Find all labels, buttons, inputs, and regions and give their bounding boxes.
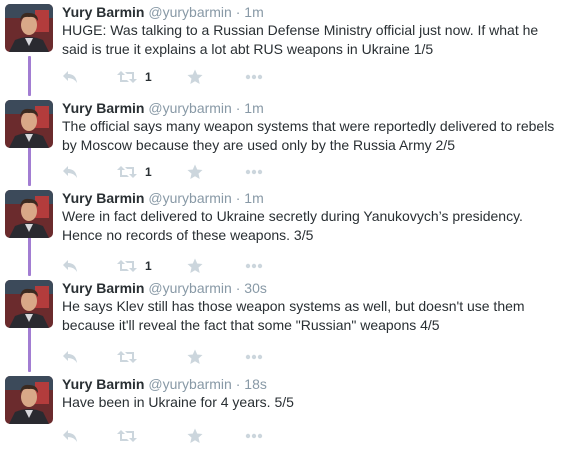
- retweet-icon: [117, 166, 137, 178]
- retweet-button[interactable]: 1: [117, 164, 187, 180]
- retweet-count: 1: [145, 165, 152, 179]
- retweet-icon: [117, 351, 137, 363]
- reply-button[interactable]: [62, 258, 117, 274]
- tweet-header: Yury Barmin @yurybarmin · 18s: [62, 375, 267, 393]
- favorite-button[interactable]: [187, 349, 245, 365]
- tweet-text: The official says many weapon systems th…: [62, 118, 555, 153]
- more-button[interactable]: [245, 428, 275, 444]
- tweet-text: He says Klev still has those weapon syst…: [62, 298, 525, 333]
- more-button[interactable]: [245, 258, 275, 274]
- tweet[interactable]: Yury Barmin @yurybarmin · 1m Were in fac…: [0, 186, 569, 274]
- tweet-header: Yury Barmin @yurybarmin · 30s: [62, 279, 267, 297]
- tweet-header: Yury Barmin @yurybarmin · 1m: [62, 99, 264, 117]
- favorite-button[interactable]: [187, 164, 245, 180]
- tweet-header: Yury Barmin @yurybarmin · 1m: [62, 189, 264, 207]
- timestamp[interactable]: 1m: [244, 4, 263, 20]
- retweet-icon: [117, 260, 137, 272]
- avatar[interactable]: [5, 190, 53, 238]
- tweet-actions: 1: [62, 164, 275, 180]
- avatar[interactable]: [5, 100, 53, 148]
- retweet-button[interactable]: [117, 349, 187, 365]
- separator-dot: ·: [235, 280, 241, 296]
- separator-dot: ·: [235, 4, 241, 20]
- favorite-button[interactable]: [187, 69, 245, 85]
- star-icon: [187, 164, 203, 179]
- tweet-actions: 1: [62, 69, 275, 85]
- retweet-button[interactable]: 1: [117, 258, 187, 274]
- retweet-button[interactable]: 1: [117, 69, 187, 85]
- avatar[interactable]: [5, 280, 53, 328]
- favorite-button[interactable]: [187, 258, 245, 274]
- retweet-icon: [117, 430, 137, 442]
- star-icon: [187, 349, 203, 364]
- tweet-header: Yury Barmin @yurybarmin · 1m: [62, 3, 264, 21]
- tweet[interactable]: Yury Barmin @yurybarmin · 1m The officia…: [0, 96, 569, 184]
- retweet-count: 1: [145, 70, 152, 84]
- star-icon: [187, 428, 203, 443]
- more-button[interactable]: [245, 164, 275, 180]
- tweet[interactable]: Yury Barmin @yurybarmin · 18s Have been …: [0, 372, 569, 460]
- reply-button[interactable]: [62, 164, 117, 180]
- avatar[interactable]: [5, 376, 53, 424]
- author-handle[interactable]: @yurybarmin: [148, 100, 231, 116]
- author-handle[interactable]: @yurybarmin: [148, 190, 231, 206]
- tweet-thread: Yury Barmin @yurybarmin · 1m HUGE: Was t…: [0, 0, 569, 446]
- star-icon: [187, 258, 203, 273]
- separator-dot: ·: [235, 100, 241, 116]
- favorite-button[interactable]: [187, 428, 245, 444]
- more-icon: [245, 169, 263, 175]
- timestamp[interactable]: 1m: [244, 100, 263, 116]
- reply-icon: [63, 166, 77, 178]
- tweet-text: Were in fact delivered to Ukraine secret…: [62, 208, 523, 243]
- author-name[interactable]: Yury Barmin: [62, 376, 144, 392]
- timestamp[interactable]: 1m: [244, 190, 263, 206]
- reply-button[interactable]: [62, 349, 117, 365]
- separator-dot: ·: [235, 190, 241, 206]
- tweet-text: HUGE: Was talking to a Russian Defense M…: [62, 22, 539, 57]
- more-icon: [245, 74, 263, 80]
- author-handle[interactable]: @yurybarmin: [148, 4, 231, 20]
- more-icon: [245, 433, 263, 439]
- more-icon: [245, 263, 263, 269]
- more-icon: [245, 354, 263, 360]
- reply-icon: [63, 430, 77, 442]
- tweet-actions: 1: [62, 258, 275, 274]
- author-handle[interactable]: @yurybarmin: [148, 280, 231, 296]
- reply-icon: [63, 260, 77, 272]
- more-button[interactable]: [245, 349, 275, 365]
- separator-dot: ·: [235, 376, 241, 392]
- timestamp[interactable]: 30s: [244, 280, 267, 296]
- star-icon: [187, 69, 203, 84]
- retweet-button[interactable]: [117, 428, 187, 444]
- tweet-text: Have been in Ukraine for 4 years. 5/5: [62, 394, 294, 410]
- author-name[interactable]: Yury Barmin: [62, 190, 144, 206]
- timestamp[interactable]: 18s: [244, 376, 267, 392]
- avatar[interactable]: [5, 4, 53, 52]
- author-handle[interactable]: @yurybarmin: [148, 376, 231, 392]
- tweet[interactable]: Yury Barmin @yurybarmin · 1m HUGE: Was t…: [0, 0, 569, 88]
- tweet[interactable]: Yury Barmin @yurybarmin · 30s He says Kl…: [0, 276, 569, 364]
- retweet-count: 1: [145, 259, 152, 273]
- reply-icon: [63, 71, 77, 83]
- author-name[interactable]: Yury Barmin: [62, 4, 144, 20]
- more-button[interactable]: [245, 69, 275, 85]
- reply-button[interactable]: [62, 69, 117, 85]
- retweet-icon: [117, 71, 137, 83]
- tweet-actions: [62, 349, 275, 365]
- reply-button[interactable]: [62, 428, 117, 444]
- tweet-actions: [62, 428, 275, 444]
- author-name[interactable]: Yury Barmin: [62, 280, 144, 296]
- reply-icon: [63, 351, 77, 363]
- author-name[interactable]: Yury Barmin: [62, 100, 144, 116]
